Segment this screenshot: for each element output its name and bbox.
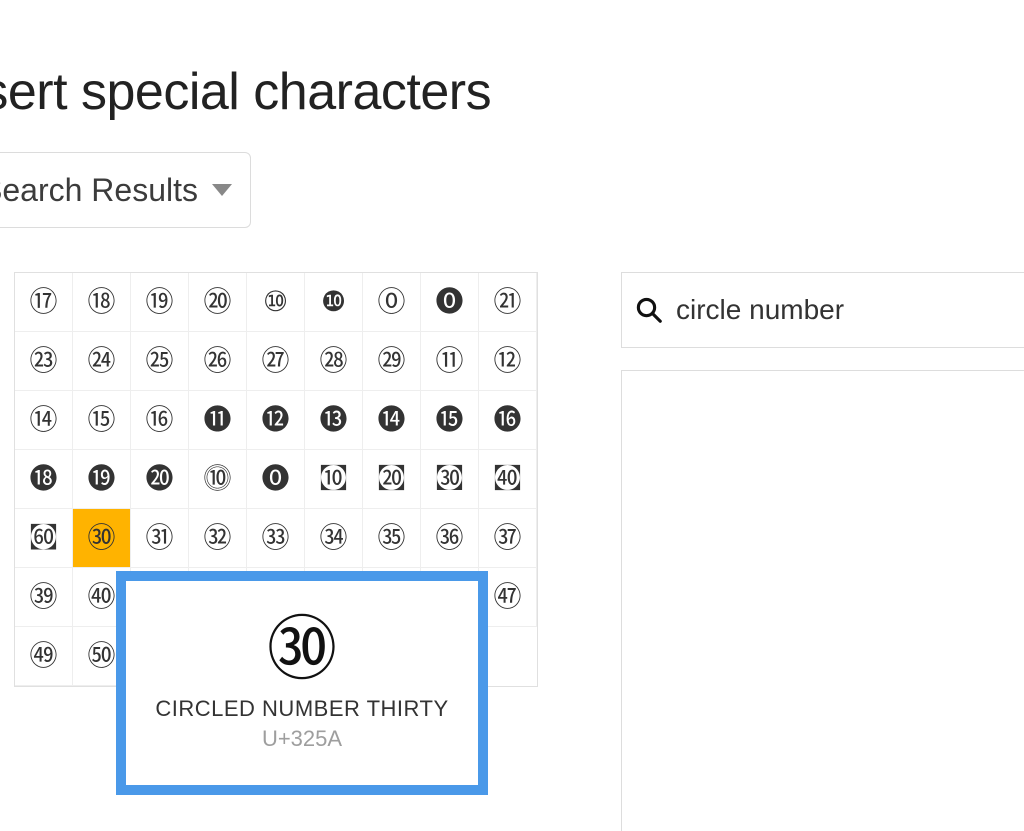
preview-name: CIRCLED NUMBER THIRTY [155,696,448,722]
character-cell[interactable]: ⓯ [421,391,479,450]
character-cell[interactable]: ⑯ [131,391,189,450]
character-cell[interactable]: ⓬ [247,391,305,450]
character-cell[interactable]: ⑩ [247,273,305,332]
character-cell[interactable]: ㊾ [15,627,73,686]
preview-code: U+325A [262,726,342,752]
character-cell[interactable]: ⑳ [189,273,247,332]
character-cell[interactable]: ㉋ [479,450,537,509]
search-box[interactable] [621,272,1024,348]
character-cell[interactable]: ㉈ [305,450,363,509]
character-cell[interactable]: ㉛ [131,509,189,568]
character-cell[interactable]: ⑰ [15,273,73,332]
character-cell[interactable]: ⓲ [15,450,73,509]
character-cell[interactable]: ⓾ [189,450,247,509]
character-cell[interactable]: ⓰ [479,391,537,450]
character-cell[interactable]: ⑲ [131,273,189,332]
chevron-down-icon [212,184,232,196]
character-cell[interactable]: ㊱ [421,509,479,568]
search-icon [634,295,664,325]
character-cell[interactable]: ㉗ [247,332,305,391]
character-cell[interactable]: ㉟ [363,509,421,568]
character-cell[interactable]: ⑮ [73,391,131,450]
character-cell[interactable]: ㉔ [73,332,131,391]
character-cell[interactable]: ⑫ [479,332,537,391]
character-cell[interactable]: ⑪ [421,332,479,391]
character-cell[interactable]: ㉜ [189,509,247,568]
character-cell[interactable]: 🄌 [421,273,479,332]
character-cell[interactable]: ㊲ [479,509,537,568]
drawing-pad[interactable] [621,370,1024,831]
character-cell[interactable]: ⓴ [131,450,189,509]
character-cell[interactable]: ⑭ [15,391,73,450]
category-dropdown[interactable]: Search Results [0,152,251,228]
character-cell[interactable]: ⓳ [73,450,131,509]
search-input[interactable] [674,293,1024,327]
character-cell[interactable]: ㊴ [15,568,73,627]
character-cell[interactable]: ⓫ [189,391,247,450]
character-cell[interactable]: ⑱ [73,273,131,332]
character-cell[interactable]: ㉉ [363,450,421,509]
character-cell[interactable]: ㉕ [131,332,189,391]
character-cell[interactable]: ㉚ [73,509,131,568]
dropdown-label: Search Results [0,172,198,209]
character-cell[interactable]: ㉞ [305,509,363,568]
character-cell[interactable]: ⓭ [305,391,363,450]
character-cell[interactable]: ㉙ [363,332,421,391]
character-cell[interactable]: ㉓ [15,332,73,391]
character-cell[interactable]: ⓿ [247,450,305,509]
character-cell[interactable]: ㉖ [189,332,247,391]
character-cell[interactable]: ㉑ [479,273,537,332]
character-cell[interactable]: 🄋 [363,273,421,332]
character-cell[interactable]: ㉊ [421,450,479,509]
character-cell[interactable]: ⓮ [363,391,421,450]
character-cell[interactable]: ❿ [305,273,363,332]
character-cell[interactable]: ㉍ [15,509,73,568]
character-cell[interactable]: ㉘ [305,332,363,391]
character-cell[interactable]: ㉝ [247,509,305,568]
preview-glyph: ㉚ [267,614,337,684]
character-preview: ㉚ CIRCLED NUMBER THIRTY U+325A [116,571,488,795]
page-title: Insert special characters [0,62,491,122]
